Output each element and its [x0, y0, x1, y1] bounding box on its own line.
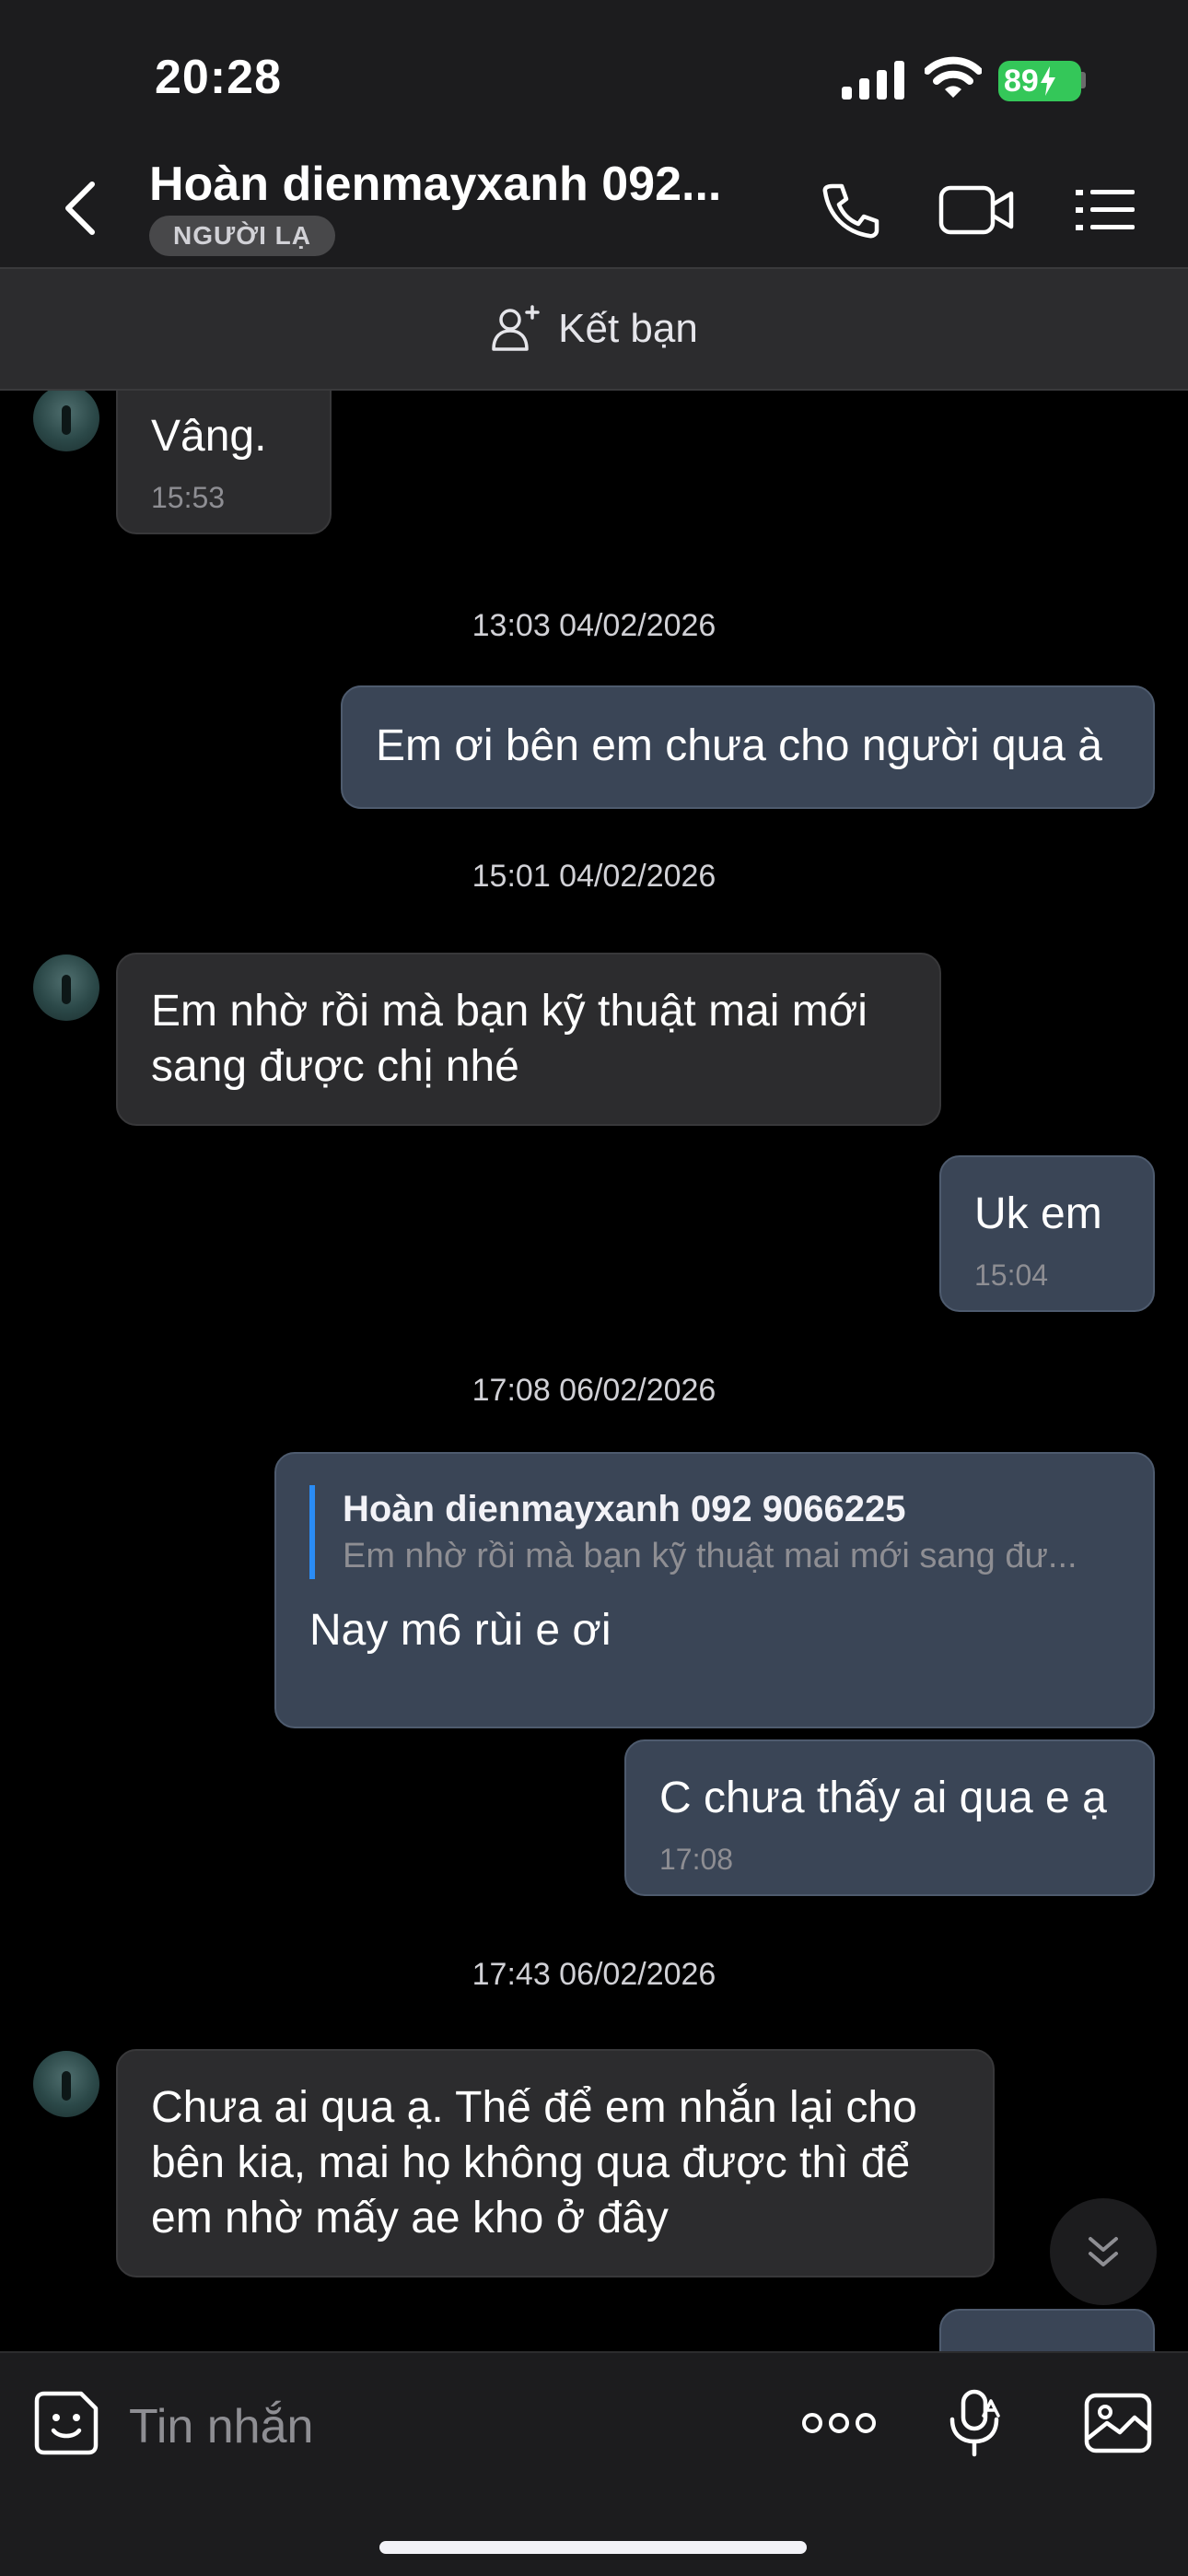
message-text: Nay m6 rùi e ơi: [309, 1606, 611, 1655]
incoming-message[interactable]: Em nhờ rồi mà bạn kỹ thuật mai mới sang …: [116, 953, 941, 1126]
scroll-to-bottom-button[interactable]: [1050, 2198, 1157, 2305]
voice-to-text-icon[interactable]: [939, 2388, 1009, 2458]
battery-level: 89: [1004, 63, 1039, 99]
date-separator: 17:08 06/02/2026: [472, 1373, 716, 1408]
contact-name[interactable]: Hoàn dienmayxanh 092...: [149, 157, 721, 212]
home-indicator[interactable]: [379, 2541, 807, 2554]
date-separator: 13:03 04/02/2026: [472, 608, 716, 643]
add-friend-label: Kết bạn: [558, 306, 698, 351]
message-text: C chưa thấy ai qua e ạ: [659, 1774, 1107, 1822]
chat-header: Hoàn dienmayxanh 092... NGƯỜI LẠ: [0, 147, 1188, 269]
status-time: 20:28: [155, 51, 282, 104]
add-person-icon: [492, 305, 540, 351]
double-chevron-down-icon: [1089, 2237, 1118, 2266]
message-list[interactable]: Vâng. 15:53 13:03 04/02/2026 Em ơi bên e…: [0, 391, 1188, 2351]
more-dots-icon[interactable]: [799, 2388, 879, 2458]
incoming-message[interactable]: Chưa ai qua ạ. Thế để em nhắn lại cho bê…: [116, 2049, 995, 2277]
quoted-sender: Hoàn dienmayxanh 092 9066225: [343, 1489, 906, 1529]
add-friend-bar: Kết bạn: [0, 269, 1188, 391]
quoted-text: Em nhờ rồi mà bạn kỹ thuật mai mới sang …: [343, 1537, 1077, 1575]
video-camera-icon[interactable]: [938, 181, 1017, 240]
message-text: Chưa ai qua ạ. Thế để em nhắn lại cho bê…: [151, 2083, 917, 2242]
outgoing-message[interactable]: Uk em 15:04: [939, 1155, 1155, 1312]
outgoing-message[interactable]: Em ơi bên em chưa cho người qua à: [341, 685, 1155, 809]
image-icon[interactable]: [1083, 2388, 1153, 2458]
stranger-badge: NGƯỜI LẠ: [149, 216, 335, 256]
message-text: Em nhờ rồi mà bạn kỹ thuật mai mới sang …: [151, 987, 868, 1091]
message-time: 17:08: [659, 1843, 734, 1876]
battery-indicator: 89: [998, 61, 1081, 101]
date-separator: 15:01 04/02/2026: [472, 859, 716, 894]
signal-icon: [842, 61, 904, 100]
wifi-icon: [925, 56, 982, 98]
menu-list-icon[interactable]: [1072, 181, 1138, 240]
phone-icon[interactable]: [816, 181, 882, 240]
contact-avatar[interactable]: [33, 2051, 99, 2117]
quoted-message[interactable]: Hoàn dienmayxanh 092 9066225 Em nhờ rồi …: [309, 1485, 1120, 1579]
message-text: Vâng.: [151, 412, 267, 461]
status-bar: 20:28 89: [0, 0, 1188, 147]
message-text: Em ơi bên em chưa cho người qua à: [376, 721, 1102, 770]
add-friend-button[interactable]: Kết bạn: [490, 303, 698, 355]
contact-avatar[interactable]: [33, 391, 99, 451]
incoming-message[interactable]: Vâng. 15:53: [116, 391, 332, 534]
outgoing-message[interactable]: C chưa thấy ai qua e ạ 17:08: [624, 1739, 1155, 1896]
back-icon[interactable]: [55, 179, 107, 238]
battery-cap: [1081, 72, 1086, 88]
outgoing-message-partial[interactable]: [939, 2309, 1155, 2351]
contact-avatar[interactable]: [33, 954, 99, 1021]
sticker-icon[interactable]: [31, 2388, 101, 2458]
outgoing-reply-message[interactable]: Hoàn dienmayxanh 092 9066225 Em nhờ rồi …: [274, 1452, 1155, 1728]
charging-bolt-icon: [1040, 66, 1055, 96]
message-input[interactable]: [129, 2390, 755, 2464]
message-text: Uk em: [974, 1189, 1102, 1238]
message-time: 15:04: [974, 1259, 1049, 1292]
message-time: 15:53: [151, 481, 226, 514]
date-separator: 17:43 06/02/2026: [472, 1957, 716, 1992]
